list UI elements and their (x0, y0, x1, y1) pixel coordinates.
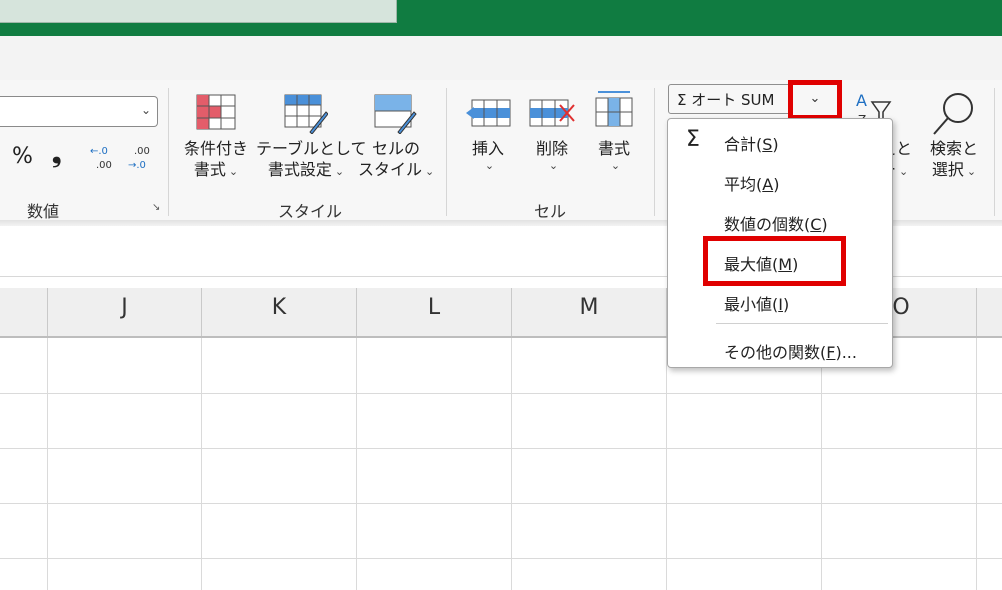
chevron-down-icon: ⌄ (809, 91, 821, 106)
grid-line (0, 503, 1002, 504)
percent-style-button[interactable]: % (12, 146, 33, 168)
cell-styles-label-2: スタイル ⌄ (358, 160, 435, 179)
format-as-table-label-1: テーブルとして (256, 139, 367, 158)
chevron-down-icon: ⌄ (899, 165, 909, 178)
format-as-table-label-2: 書式設定 ⌄ (267, 160, 345, 179)
grid-line (0, 558, 1002, 559)
svg-text:.00: .00 (96, 160, 112, 171)
decrease-decimal-button[interactable]: .00 →.0 (126, 142, 154, 172)
column-header-o-label: O (892, 295, 910, 320)
increase-decimal-button[interactable]: ←.0 .00 (88, 142, 116, 172)
dialog-launcher-icon[interactable]: ↘ (152, 202, 160, 213)
column-header-prev[interactable] (0, 288, 48, 336)
chevron-down-icon: ⌄ (425, 165, 435, 178)
insert-button[interactable]: 挿入 ⌄ (464, 138, 512, 172)
chevron-down-icon: ⌄ (548, 159, 559, 172)
insert-cells-icon (464, 96, 512, 130)
number-group-label: 数値 (26, 202, 59, 221)
svg-text:→.0: →.0 (128, 160, 146, 171)
column-header-l[interactable]: L (357, 288, 512, 336)
format-label: 書式 (597, 139, 630, 158)
menu-item-min[interactable]: 最小値(I) (724, 291, 789, 315)
decrease-decimal-icon: .00 →.0 (128, 146, 150, 171)
comma-style-button[interactable]: ❟ (52, 142, 61, 166)
sigma-icon: Σ (686, 127, 700, 152)
format-as-table-button[interactable]: テーブルとして 書式設定 ⌄ (256, 138, 367, 182)
delete-label: 削除 (535, 139, 568, 158)
grid-line (0, 448, 1002, 449)
format-cells-icon (592, 88, 636, 130)
autosum-label: Σ オート SUM (677, 91, 775, 109)
group-separator (994, 88, 995, 216)
delete-cells-icon (528, 96, 576, 130)
menu-item-count-numbers[interactable]: 数値の個数(C) (724, 211, 828, 235)
find-select-label-2: 選択 ⌄ (931, 160, 977, 179)
grid-line (821, 338, 822, 590)
group-separator (446, 88, 447, 216)
conditional-format-label-2: 書式 ⌄ (193, 160, 239, 179)
ribbon-tab-strip (0, 36, 1002, 80)
column-header-k[interactable]: K (202, 288, 357, 336)
grid-line (47, 338, 48, 590)
svg-text:←.0: ←.0 (90, 146, 108, 157)
conditional-format-icon (196, 94, 236, 130)
number-format-dropdown[interactable]: ⌄ (0, 96, 158, 127)
grid-line (356, 338, 357, 590)
max-item-highlight-box (703, 236, 846, 286)
insert-label: 挿入 (471, 139, 504, 158)
autosum-dropdown-arrow[interactable]: ⌄ (788, 80, 842, 120)
search-icon (930, 88, 978, 138)
chevron-down-icon: ⌄ (966, 165, 977, 178)
find-select-button[interactable]: 検索と 選択 ⌄ (924, 138, 984, 182)
chevron-down-icon: ⌄ (484, 159, 495, 172)
group-separator (654, 88, 655, 216)
group-separator (168, 88, 169, 216)
grid-line (0, 393, 1002, 394)
title-search-box[interactable] (0, 0, 397, 23)
cell-styles-icon (374, 94, 418, 135)
cell-styles-label-1: セルの (371, 139, 420, 158)
cells-group-label: セル (533, 202, 566, 221)
chevron-down-icon: ⌄ (228, 165, 239, 178)
grid-line (666, 338, 667, 590)
grid-line (511, 338, 512, 590)
column-header-m[interactable]: M (512, 288, 667, 336)
grid-line (201, 338, 202, 590)
menu-item-average[interactable]: 平均(A) (724, 171, 779, 195)
menu-separator (716, 323, 888, 324)
svg-text:A: A (856, 91, 867, 110)
chevron-down-icon: ⌄ (334, 165, 345, 178)
chevron-down-icon: ⌄ (140, 103, 151, 117)
conditional-format-button[interactable]: 条件付き 書式 ⌄ (178, 138, 254, 182)
find-select-label-1: 検索と (929, 139, 978, 158)
conditional-format-label-1: 条件付き (183, 139, 248, 158)
column-header-next[interactable] (977, 288, 1002, 336)
cell-styles-button[interactable]: セルの スタイル ⌄ (358, 138, 434, 182)
table-format-icon (284, 94, 329, 135)
menu-item-more-functions[interactable]: その他の関数(F)... (724, 339, 857, 363)
column-header-j[interactable]: J (48, 288, 202, 336)
grid-line (976, 338, 977, 590)
chevron-down-icon: ⌄ (610, 159, 621, 172)
format-button[interactable]: 書式 ⌄ (590, 138, 638, 172)
delete-button[interactable]: 削除 ⌄ (528, 138, 576, 172)
styles-group-label: スタイル (277, 202, 342, 221)
increase-decimal-icon: ←.0 .00 (90, 146, 112, 171)
menu-item-sum[interactable]: 合計(S) (724, 131, 779, 155)
svg-text:.00: .00 (134, 146, 150, 157)
